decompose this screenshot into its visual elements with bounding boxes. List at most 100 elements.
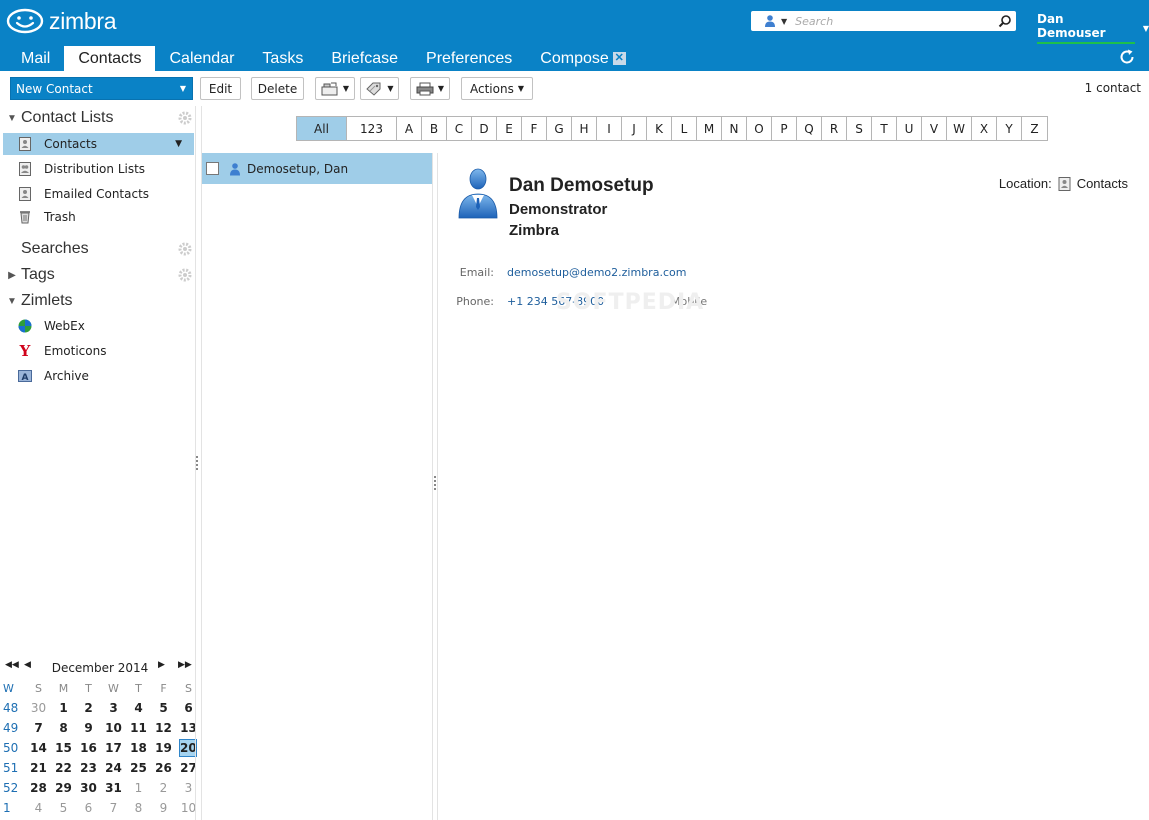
- alpha-filter-x[interactable]: X: [972, 117, 997, 140]
- splitter-grip-icon[interactable]: [434, 476, 436, 490]
- alpha-filter-w[interactable]: W: [947, 117, 972, 140]
- alpha-filter-d[interactable]: D: [472, 117, 497, 140]
- alpha-filter-p[interactable]: P: [772, 117, 797, 140]
- alpha-filter-l[interactable]: L: [672, 117, 697, 140]
- alpha-filter-a[interactable]: A: [397, 117, 422, 140]
- calendar-day[interactable]: 21: [26, 761, 51, 775]
- zimlets-header[interactable]: ▼ Zimlets: [0, 290, 195, 312]
- calendar-day[interactable]: 31: [101, 781, 126, 795]
- week-number[interactable]: 50: [0, 741, 26, 755]
- calendar-day[interactable]: 25: [126, 761, 151, 775]
- location-value[interactable]: Contacts: [1077, 176, 1128, 191]
- new-contact-button[interactable]: New Contact ▼: [10, 77, 193, 100]
- alpha-filter-y[interactable]: Y: [997, 117, 1022, 140]
- calendar-day[interactable]: 19: [151, 741, 176, 755]
- select-checkbox[interactable]: [206, 162, 219, 175]
- user-menu[interactable]: Dan Demouser ▼: [1037, 12, 1149, 44]
- zimlet-emoticons[interactable]: Y Emoticons: [3, 340, 194, 362]
- tab-compose[interactable]: Compose ✕: [526, 46, 639, 71]
- alpha-filter-u[interactable]: U: [897, 117, 922, 140]
- calendar-day[interactable]: 15: [51, 741, 76, 755]
- calendar-day[interactable]: 5: [51, 801, 76, 815]
- calendar-day[interactable]: 1: [126, 781, 151, 795]
- tab-tasks[interactable]: Tasks: [248, 46, 317, 71]
- zimlet-webex[interactable]: WebEx: [3, 315, 194, 337]
- week-number[interactable]: 1: [0, 801, 26, 815]
- close-icon[interactable]: ✕: [612, 52, 626, 65]
- search-type-caret-icon[interactable]: ▼: [781, 17, 787, 26]
- move-button[interactable]: ▼: [315, 77, 355, 100]
- alpha-filter-c[interactable]: C: [447, 117, 472, 140]
- calendar-day[interactable]: 3: [101, 701, 126, 715]
- alpha-filter-123[interactable]: 123: [347, 117, 397, 140]
- gear-icon[interactable]: [178, 268, 192, 282]
- calendar-day[interactable]: 7: [101, 801, 126, 815]
- tags-header[interactable]: ▶ Tags: [0, 264, 195, 286]
- alpha-filter-v[interactable]: V: [922, 117, 947, 140]
- refresh-icon[interactable]: [1118, 48, 1136, 66]
- next-month-icon[interactable]: ▶: [158, 660, 165, 670]
- calendar-day[interactable]: 16: [76, 741, 101, 755]
- searches-header[interactable]: Searches: [0, 238, 195, 260]
- calendar-day[interactable]: 22: [51, 761, 76, 775]
- alpha-filter-t[interactable]: T: [872, 117, 897, 140]
- calendar-day[interactable]: 14: [26, 741, 51, 755]
- calendar-day[interactable]: 10: [101, 721, 126, 735]
- tab-contacts[interactable]: Contacts: [64, 46, 156, 71]
- gear-icon[interactable]: [178, 242, 192, 256]
- zimlet-archive[interactable]: A Archive: [3, 365, 194, 387]
- alpha-filter-n[interactable]: N: [722, 117, 747, 140]
- splitter-grip-icon[interactable]: [196, 456, 198, 470]
- collapsed-triangle-icon[interactable]: ▶: [3, 270, 21, 281]
- tab-mail[interactable]: Mail: [7, 46, 64, 71]
- week-number[interactable]: 52: [0, 781, 26, 795]
- alpha-filter-m[interactable]: M: [697, 117, 722, 140]
- alpha-filter-all[interactable]: All: [297, 117, 347, 140]
- calendar-day[interactable]: 11: [126, 721, 151, 735]
- calendar-day[interactable]: 12: [151, 721, 176, 735]
- calendar-day[interactable]: 2: [76, 701, 101, 715]
- tab-calendar[interactable]: Calendar: [155, 46, 248, 71]
- calendar-day[interactable]: 10: [176, 801, 201, 815]
- sidebar-item-contacts[interactable]: Contacts ▼: [3, 133, 194, 155]
- search-icon[interactable]: [998, 14, 1012, 28]
- calendar-day[interactable]: 6: [176, 701, 201, 715]
- calendar-day[interactable]: 5: [151, 701, 176, 715]
- tag-button[interactable]: ▼: [360, 77, 399, 100]
- sidebar-item-emailed-contacts[interactable]: Emailed Contacts: [3, 183, 194, 205]
- sidebar-item-distribution-lists[interactable]: Distribution Lists: [3, 158, 194, 180]
- edit-button[interactable]: Edit: [200, 77, 241, 100]
- alpha-filter-q[interactable]: Q: [797, 117, 822, 140]
- expanded-triangle-icon[interactable]: ▼: [3, 296, 21, 307]
- calendar-day[interactable]: 28: [26, 781, 51, 795]
- sidebar-item-trash[interactable]: Trash: [3, 206, 194, 228]
- person-search-type-icon[interactable]: [763, 14, 777, 28]
- calendar-day[interactable]: 6: [76, 801, 101, 815]
- contact-lists-header[interactable]: ▼ Contact Lists: [0, 107, 195, 129]
- email-link[interactable]: demosetup@demo2.zimbra.com: [507, 266, 686, 279]
- calendar-day[interactable]: 9: [151, 801, 176, 815]
- calendar-day[interactable]: 4: [126, 701, 151, 715]
- delete-button[interactable]: Delete: [251, 77, 304, 100]
- calendar-day[interactable]: 18: [126, 741, 151, 755]
- alpha-filter-b[interactable]: B: [422, 117, 447, 140]
- calendar-day[interactable]: 30: [76, 781, 101, 795]
- calendar-day[interactable]: 13: [176, 721, 201, 735]
- calendar-day[interactable]: 7: [26, 721, 51, 735]
- calendar-day[interactable]: 27: [176, 761, 201, 775]
- calendar-day[interactable]: 9: [76, 721, 101, 735]
- calendar-day[interactable]: 2: [151, 781, 176, 795]
- alpha-filter-i[interactable]: I: [597, 117, 622, 140]
- expanded-triangle-icon[interactable]: ▼: [3, 113, 21, 124]
- alpha-filter-z[interactable]: Z: [1022, 117, 1047, 140]
- calendar-month[interactable]: December 2014: [0, 661, 200, 675]
- calendar-day[interactable]: 29: [51, 781, 76, 795]
- calendar-day[interactable]: 17: [101, 741, 126, 755]
- alpha-filter-f[interactable]: F: [522, 117, 547, 140]
- alpha-filter-e[interactable]: E: [497, 117, 522, 140]
- calendar-day[interactable]: 24: [101, 761, 126, 775]
- zimbra-logo[interactable]: zimbra: [6, 6, 117, 36]
- alpha-filter-j[interactable]: J: [622, 117, 647, 140]
- alpha-filter-g[interactable]: G: [547, 117, 572, 140]
- calendar-day[interactable]: 30: [26, 701, 51, 715]
